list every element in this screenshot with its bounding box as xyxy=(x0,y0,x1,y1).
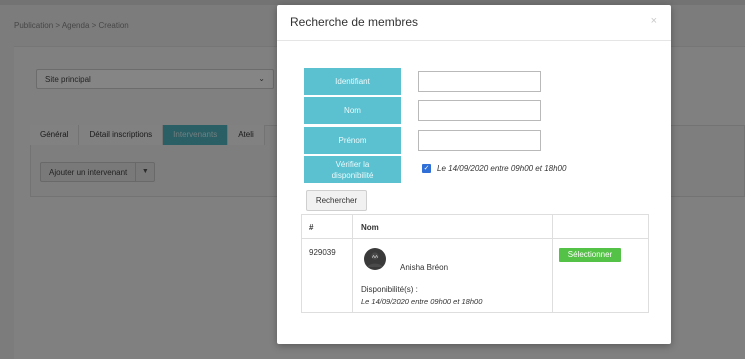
table-header: # Nom xyxy=(302,215,648,239)
nom-label: Nom xyxy=(304,97,401,124)
member-name: Anisha Bréon xyxy=(400,263,449,272)
availability-label-line2: disponibilité xyxy=(331,171,374,180)
member-search-modal: Recherche de membres × Identifiant Nom P… xyxy=(277,5,671,344)
availability-checkbox-wrap[interactable]: ✓ Le 14/09/2020 entre 09h00 et 18h00 xyxy=(422,164,566,173)
nom-row: Nom xyxy=(304,97,554,124)
availability-heading: Disponibilité(s) : xyxy=(361,285,418,294)
availability-label-line1: Vérifier la xyxy=(335,160,370,169)
nom-input[interactable] xyxy=(418,100,541,121)
availability-checkbox[interactable]: ✓ xyxy=(422,164,431,173)
avatar: AA xyxy=(364,248,386,270)
results-table: # Nom 929039 AA Anisha Bréon Disponibili… xyxy=(301,214,649,313)
prenom-row: Prénom xyxy=(304,127,554,154)
prenom-input[interactable] xyxy=(418,130,541,151)
header-id: # xyxy=(309,223,314,232)
close-icon[interactable]: × xyxy=(651,15,657,27)
column-divider xyxy=(352,215,353,312)
select-member-button[interactable]: Sélectionner xyxy=(559,248,621,262)
modal-header: Recherche de membres × xyxy=(277,5,671,41)
identifiant-row: Identifiant xyxy=(304,68,554,95)
search-button[interactable]: Rechercher xyxy=(306,190,367,211)
availability-label: Vérifier la disponibilité xyxy=(304,156,401,183)
identifiant-input[interactable] xyxy=(418,71,541,92)
member-id: 929039 xyxy=(309,248,336,257)
identifiant-label: Identifiant xyxy=(304,68,401,95)
availability-text: Le 14/09/2020 entre 09h00 et 18h00 xyxy=(437,164,567,173)
avatar-initials: AA xyxy=(372,254,378,259)
column-divider xyxy=(552,215,553,312)
availability-value: Le 14/09/2020 entre 09h00 et 18h00 xyxy=(361,297,483,306)
prenom-label: Prénom xyxy=(304,127,401,154)
header-nom: Nom xyxy=(361,223,379,232)
modal-title: Recherche de membres xyxy=(290,15,419,29)
